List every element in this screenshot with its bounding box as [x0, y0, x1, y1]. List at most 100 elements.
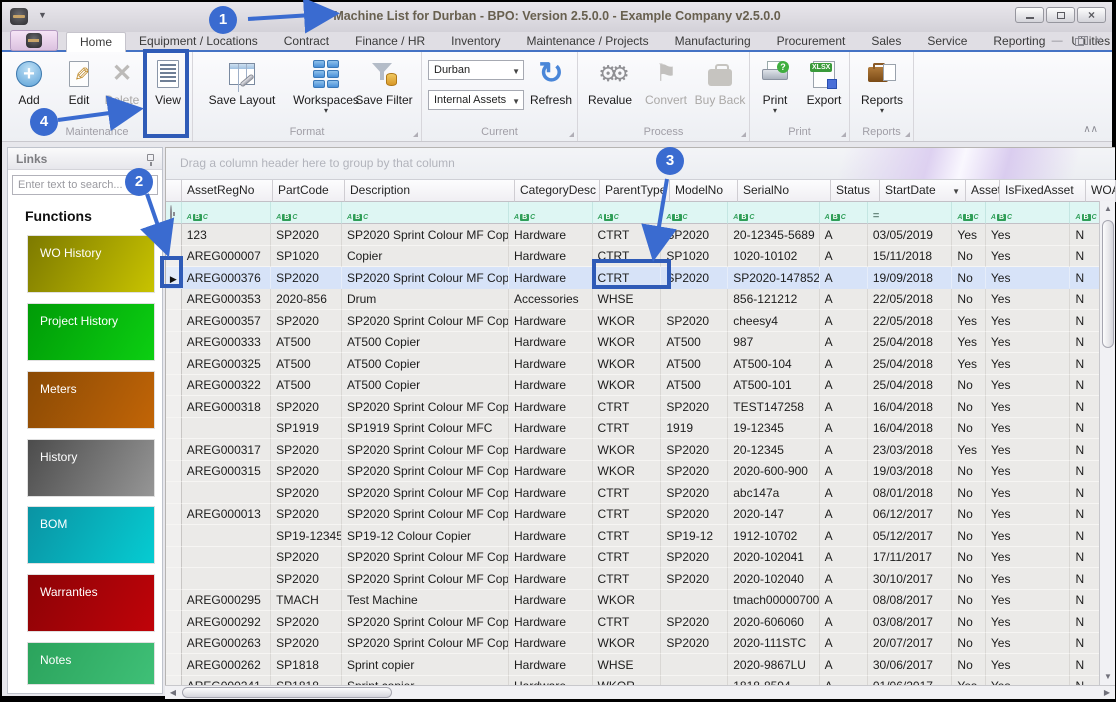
- grid-cell[interactable]: SP2020: [271, 310, 342, 332]
- grid-cell[interactable]: 03/05/2019: [867, 224, 953, 246]
- column-header-assetregno[interactable]: AssetRegNo: [182, 180, 273, 202]
- grid-cell[interactable]: CTRT: [592, 546, 662, 568]
- grid-cell[interactable]: No: [952, 503, 986, 525]
- grid-cell[interactable]: SP2020: [661, 224, 729, 246]
- grid-cell[interactable]: N: [1070, 611, 1100, 633]
- grid-cell[interactable]: AT500: [661, 374, 729, 396]
- grid-cell[interactable]: abc147a: [728, 482, 820, 504]
- grid-cell[interactable]: Hardware: [508, 439, 593, 461]
- filter-cell-parenttype[interactable]: ABC: [592, 202, 662, 224]
- grid-cell[interactable]: Hardware: [508, 245, 593, 267]
- grid-cell[interactable]: N: [1070, 245, 1100, 267]
- grid-cell[interactable]: Hardware: [508, 482, 593, 504]
- grid-cell[interactable]: No: [952, 460, 986, 482]
- grid-cell[interactable]: [181, 546, 272, 568]
- grid-cell[interactable]: Copier: [341, 245, 509, 267]
- grid-cell[interactable]: 16/04/2018: [867, 396, 953, 418]
- grid-cell[interactable]: 20-12345: [728, 439, 820, 461]
- grid-cell[interactable]: AREG000295: [181, 589, 272, 611]
- grid-cell[interactable]: N: [1070, 267, 1100, 289]
- grid-cell[interactable]: AREG000357: [181, 310, 272, 332]
- table-row[interactable]: AREG000357 SP2020 SP2020 Sprint Colour MF …: [166, 310, 1100, 332]
- grid-cell[interactable]: 16/04/2018: [867, 417, 953, 439]
- mdi-close-icon[interactable]: ×: [1096, 35, 1102, 48]
- grid-cell[interactable]: 08/01/2018: [867, 482, 953, 504]
- column-header-asset[interactable]: Asset: [966, 180, 1000, 202]
- grid-cell[interactable]: 15/11/2018: [867, 245, 953, 267]
- grid-cell[interactable]: A: [819, 611, 868, 633]
- row-indicator-cell[interactable]: [166, 439, 182, 461]
- grid-cell[interactable]: 23/03/2018: [867, 439, 953, 461]
- grid-cell[interactable]: 08/08/2017: [867, 589, 953, 611]
- grid-cell[interactable]: Yes: [985, 267, 1071, 289]
- grid-cell[interactable]: SP2020: [271, 224, 342, 246]
- row-indicator-cell[interactable]: [166, 503, 182, 525]
- grid-cell[interactable]: Hardware: [508, 546, 593, 568]
- grid-cell[interactable]: Hardware: [508, 503, 593, 525]
- grid-cell[interactable]: Hardware: [508, 224, 593, 246]
- grid-cell[interactable]: AT500 Copier: [341, 331, 509, 353]
- table-row[interactable]: AREG000318 SP2020 SP2020 Sprint Colour MF …: [166, 396, 1100, 418]
- grid-cell[interactable]: Hardware: [508, 460, 593, 482]
- grid-cell[interactable]: SP2020: [661, 310, 729, 332]
- grid-cell[interactable]: 30/06/2017: [867, 654, 953, 676]
- table-row[interactable]: AREG000013 SP2020 SP2020 Sprint Colour MF …: [166, 503, 1100, 525]
- mdi-minimize-icon[interactable]: —: [1052, 35, 1063, 48]
- grid-cell[interactable]: SP2020 Sprint Colour MF Copier: [341, 482, 509, 504]
- horizontal-scroll-thumb[interactable]: [182, 687, 392, 698]
- dialog-launcher-icon[interactable]: [841, 132, 846, 137]
- dialog-launcher-icon[interactable]: [413, 132, 418, 137]
- grid-cell[interactable]: SP19-123456: [271, 525, 342, 547]
- grid-cell[interactable]: AT500-101: [728, 374, 820, 396]
- grid-cell[interactable]: Yes: [985, 224, 1071, 246]
- dialog-launcher-icon[interactable]: [569, 132, 574, 137]
- grid-cell[interactable]: CTRT: [592, 611, 662, 633]
- filter-cell-isfixedasset[interactable]: ABC: [985, 202, 1071, 224]
- scroll-right-icon[interactable]: ▶: [1099, 686, 1115, 700]
- grid-cell[interactable]: No: [952, 568, 986, 590]
- grid-cell[interactable]: Hardware: [508, 396, 593, 418]
- maximize-button[interactable]: [1046, 7, 1075, 23]
- grid-cell[interactable]: SP2020: [661, 439, 729, 461]
- grid-cell[interactable]: Hardware: [508, 267, 593, 289]
- grid-cell[interactable]: No: [952, 288, 986, 310]
- tab-home[interactable]: Home: [66, 32, 127, 52]
- grid-cell[interactable]: Yes: [952, 310, 986, 332]
- grid-cell[interactable]: No: [952, 654, 986, 676]
- grid-cell[interactable]: A: [819, 568, 868, 590]
- grid-cell[interactable]: No: [952, 417, 986, 439]
- grid-cell[interactable]: Yes: [985, 331, 1071, 353]
- filter-cell-partcode[interactable]: ABC: [271, 202, 343, 224]
- grid-cell[interactable]: SP1919: [271, 417, 342, 439]
- scroll-left-icon[interactable]: ◀: [165, 686, 181, 700]
- grid-cell[interactable]: AREG000333: [181, 331, 272, 353]
- row-indicator-cell[interactable]: [166, 288, 182, 310]
- grid-cell[interactable]: WKOR: [592, 439, 662, 461]
- grid-cell[interactable]: SP2020 Sprint Colour MF Copier: [341, 224, 509, 246]
- grid-cell[interactable]: AT500 Copier: [341, 353, 509, 375]
- grid-cell[interactable]: SP2020 Sprint Colour MF Copier: [341, 503, 509, 525]
- grid-cell[interactable]: Hardware: [508, 632, 593, 654]
- tab-inventory[interactable]: Inventory: [438, 32, 513, 52]
- grid-cell[interactable]: No: [952, 396, 986, 418]
- scroll-up-icon[interactable]: ▲: [1100, 201, 1116, 217]
- grid-cell[interactable]: Hardware: [508, 589, 593, 611]
- print-button[interactable]: ? Print ▾: [752, 56, 798, 115]
- tab-service[interactable]: Service: [914, 32, 980, 52]
- grid-cell[interactable]: SP19-12 Colour Copier: [341, 525, 509, 547]
- grid-cell[interactable]: 2020-856: [271, 288, 342, 310]
- grid-cell[interactable]: AREG000317: [181, 439, 272, 461]
- grid-cell[interactable]: SP2020: [271, 503, 342, 525]
- filter-cell-modelno[interactable]: ABC: [661, 202, 729, 224]
- grid-cell[interactable]: N: [1070, 331, 1100, 353]
- grid-cell[interactable]: CTRT: [592, 503, 662, 525]
- grid-cell[interactable]: TEST147258: [728, 396, 820, 418]
- table-row[interactable]: 123 SP2020 SP2020 Sprint Colour MF Copier H…: [166, 224, 1100, 246]
- grid-cell[interactable]: CTRT: [592, 482, 662, 504]
- grid-cell[interactable]: A: [819, 353, 868, 375]
- grid-cell[interactable]: A: [819, 288, 868, 310]
- grid-cell[interactable]: CTRT: [592, 224, 662, 246]
- grid-cell[interactable]: SP2020: [661, 460, 729, 482]
- grid-cell[interactable]: No: [952, 525, 986, 547]
- minimize-button[interactable]: [1015, 7, 1044, 23]
